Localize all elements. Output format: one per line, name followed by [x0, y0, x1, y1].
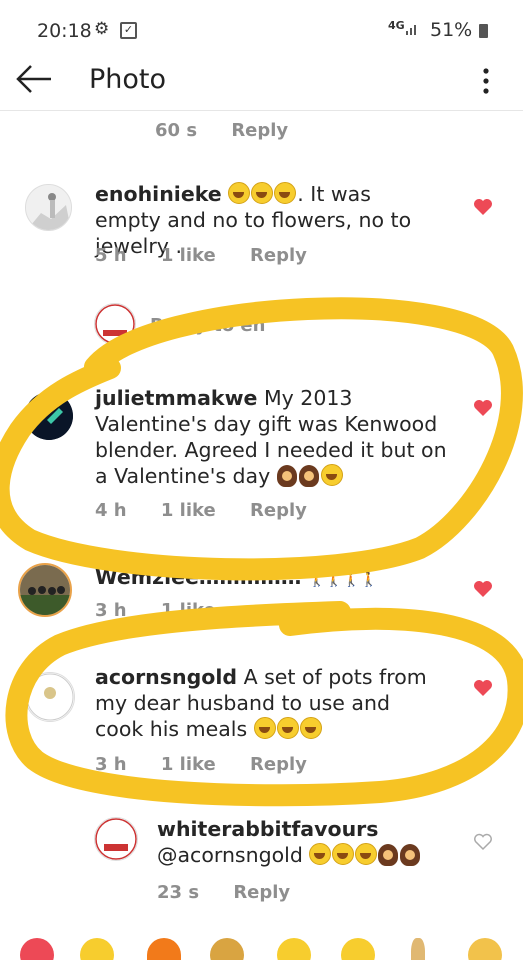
comment-username[interactable]: acornsngold: [95, 665, 237, 689]
comment-time: 3 h: [95, 754, 127, 775]
laughing-emoji-icon: [299, 717, 322, 739]
comment-body[interactable]: @acornsngold: [157, 843, 303, 867]
walking-emoji-icon: 🚶: [307, 572, 326, 588]
comment-enohinieke: enohinieke . It was empty and no to flow…: [0, 170, 523, 280]
reply-link[interactable]: Reply: [250, 500, 307, 521]
walking-emoji-icon: 🚶: [342, 572, 361, 588]
woman-emoji-icon: [298, 465, 319, 487]
heart-icon[interactable]: [473, 580, 493, 598]
status-bar: 20:18 ⚙ ✓ 4G 51%: [0, 0, 523, 52]
avatar[interactable]: [25, 184, 72, 231]
comment-time: 4 h: [95, 500, 127, 521]
reply-prompt-text: Reply to en: [150, 315, 266, 336]
avatar[interactable]: [18, 563, 72, 617]
laughing-reaction-icon[interactable]: [80, 938, 114, 960]
laughing-emoji-icon: [228, 182, 251, 204]
comment-wemzie: Wemziee…………… 🚶🚶🚶🚶 3 h 1 like: [0, 560, 523, 625]
comment-meta: 23 s Reply: [157, 882, 318, 903]
comment-username[interactable]: enohinieke: [95, 182, 222, 206]
comment-meta: 3 h 1 like: [95, 600, 244, 621]
laughing-emoji-icon: [251, 182, 274, 204]
comment-username[interactable]: julietmmakwe: [95, 386, 257, 410]
signal-icon: [406, 25, 416, 35]
heart-eyes-reaction-icon[interactable]: [277, 938, 311, 960]
like-count[interactable]: 1 like: [161, 245, 216, 266]
woman-emoji-icon: [378, 844, 399, 866]
avatar[interactable]: [94, 817, 138, 861]
laughing-emoji-icon: [332, 843, 355, 865]
laughing-emoji-icon: [309, 843, 332, 865]
grin-reaction-icon[interactable]: [341, 938, 375, 960]
heart-icon[interactable]: [473, 399, 493, 417]
laughing-emoji-icon: [276, 717, 299, 739]
comment-time: 5 h: [95, 245, 127, 266]
reply-link[interactable]: Reply: [250, 754, 307, 775]
praying-hands-reaction-icon[interactable]: [411, 938, 425, 960]
laughing-emoji-icon: [320, 464, 343, 486]
comment-meta: 5 h 1 like Reply: [95, 245, 335, 266]
reply-link[interactable]: Reply: [233, 882, 290, 903]
comment-text: julietmmakwe My 2013 Valentine's day gif…: [95, 385, 450, 489]
like-count[interactable]: 1 like: [161, 500, 216, 521]
comment-username[interactable]: whiterabbitfavours: [157, 817, 379, 841]
heart-outline-icon[interactable]: [473, 833, 493, 851]
more-vertical-icon[interactable]: [478, 66, 494, 96]
laughing-emoji-icon: [253, 717, 276, 739]
battery-percent: 51%: [430, 19, 473, 41]
avatar[interactable]: [25, 672, 75, 722]
comment-text: Wemziee…………… 🚶🚶🚶🚶: [95, 564, 455, 593]
heart-reaction-icon[interactable]: [20, 938, 54, 960]
woman-emoji-icon: [400, 844, 421, 866]
back-arrow-icon[interactable]: [14, 62, 54, 96]
comment-acornsngold: acornsngold A set of pots from my dear h…: [0, 660, 523, 780]
reply-link[interactable]: Reply: [231, 120, 288, 141]
walking-emoji-icon: 🚶: [360, 572, 378, 588]
fire-reaction-icon[interactable]: [147, 938, 181, 960]
battery-icon: [479, 24, 488, 38]
comment-text: acornsngold A set of pots from my dear h…: [95, 664, 440, 742]
heart-icon[interactable]: [473, 679, 493, 697]
like-count[interactable]: 1 like: [161, 600, 216, 621]
network-label: 4G: [388, 19, 405, 32]
reaction-bar: [0, 930, 523, 960]
comment-meta: 4 h 1 like Reply: [95, 500, 335, 521]
status-time: 20:18: [37, 20, 92, 42]
laughing-emoji-icon: [355, 843, 378, 865]
party-reaction-icon[interactable]: [210, 938, 244, 960]
comment-time: 3 h: [95, 600, 127, 621]
page-title: Photo: [89, 64, 167, 95]
comment-whiterabbitfavours: whiterabbitfavours @acornsngold 23 s Rep…: [0, 810, 523, 910]
gear-icon: ⚙: [94, 19, 110, 39]
woman-emoji-icon: [276, 465, 297, 487]
laughing-emoji-icon: [274, 182, 297, 204]
comment-julietmmakwe: julietmmakwe My 2013 Valentine's day gif…: [0, 380, 523, 530]
comment-text: whiterabbitfavours @acornsngold: [157, 816, 457, 868]
comment-time: 60 s: [155, 120, 198, 141]
comment-meta: 3 h 1 like Reply: [95, 754, 335, 775]
app-header: Photo: [0, 52, 523, 111]
reply-prompt[interactable]: Reply to en: [150, 313, 265, 339]
comment-username[interactable]: Wemziee……………: [95, 565, 301, 589]
comment-meta-top: 60 s Reply: [155, 120, 316, 141]
like-count[interactable]: 1 like: [161, 754, 216, 775]
clapping-reaction-icon[interactable]: [468, 938, 502, 960]
reply-link[interactable]: Reply: [250, 245, 307, 266]
avatar: [94, 303, 136, 345]
avatar[interactable]: [25, 392, 73, 440]
checkbox-notification-icon: ✓: [120, 22, 137, 39]
walking-emoji-icon: 🚶: [325, 572, 343, 588]
comment-time: 23 s: [157, 882, 200, 903]
heart-icon[interactable]: [473, 198, 493, 216]
